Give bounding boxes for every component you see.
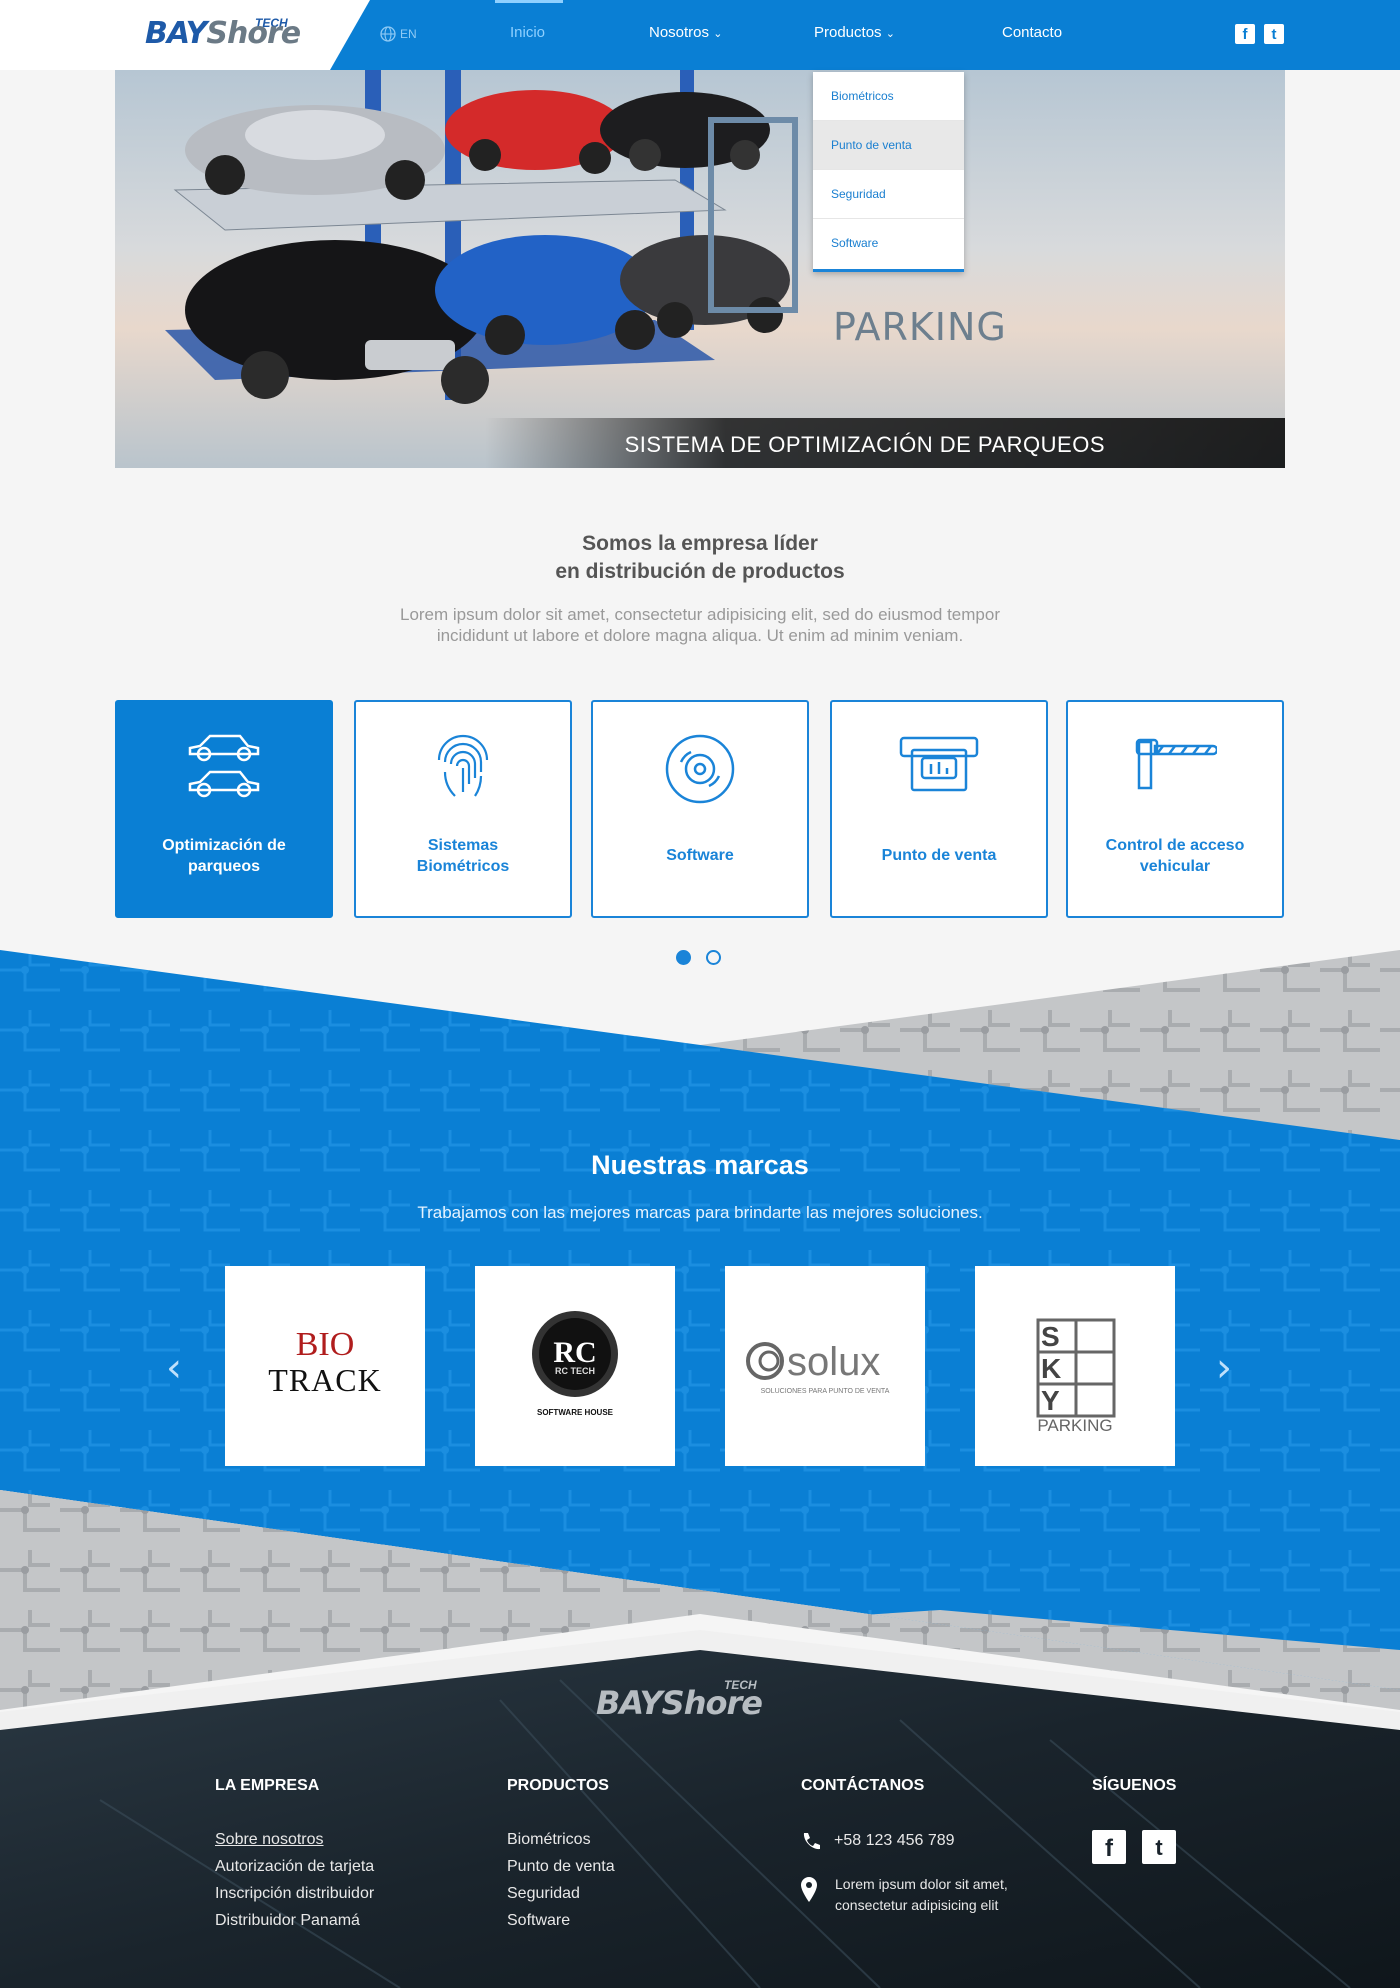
card-control-acceso-vehicular[interactable]: Control de acceso vehicular <box>1066 700 1284 918</box>
dropdown-bottom-border <box>813 269 964 272</box>
footer-facebook-icon[interactable]: f <box>1092 1830 1126 1864</box>
logo-shore: Shore <box>206 16 301 51</box>
card-optimizacion-parqueos[interactable]: Optimización de parqueos <box>115 700 333 918</box>
facebook-icon[interactable]: f <box>1235 24 1255 44</box>
card-label-line2: vehicular <box>1139 858 1211 875</box>
footer-link[interactable]: Sobre nosotros <box>215 1826 374 1853</box>
intro-text: Lorem ipsum dolor sit amet, consectetur … <box>300 604 1100 646</box>
intro-title-line1: Somos la empresa líder <box>582 532 818 555</box>
brands-title: Nuestras marcas <box>591 1150 809 1180</box>
dropdown-item-seguridad[interactable]: Seguridad <box>813 170 964 219</box>
chevron-down-icon: ⌄ <box>713 28 723 40</box>
footer-heading-empresa: LA EMPRESA <box>215 1777 320 1794</box>
card-label-line1: Sistemas <box>427 837 499 854</box>
card-label: Punto de venta <box>881 847 997 864</box>
brand-name-line1: SKY <box>1041 1321 1062 1416</box>
card-software[interactable]: Software <box>591 700 809 918</box>
language-label: EN <box>400 27 417 41</box>
dropdown-item-biometricos[interactable]: Biométricos <box>813 72 964 121</box>
brand-name-line1: solux <box>787 1340 881 1384</box>
footer-address-line1: Lorem ipsum dolor sit amet, <box>835 1876 1008 1892</box>
footer-heading-siguenos: SÍGUENOS <box>1092 1777 1177 1794</box>
footer-link[interactable]: Autorización de tarjeta <box>215 1853 374 1880</box>
brand-name-line1: BIO <box>295 1326 355 1363</box>
brand-name-line2: PARKING <box>1037 1416 1113 1435</box>
brands-next-arrow[interactable]: › <box>1216 1348 1232 1388</box>
nav-productos-label: Productos <box>814 24 882 41</box>
globe-icon <box>380 26 396 42</box>
card-label-line1: Control de acceso <box>1105 837 1245 854</box>
footer-heading-productos: PRODUCTOS <box>507 1777 609 1794</box>
nav-nosotros[interactable]: Nosotros ⌄ <box>649 24 722 41</box>
intro-text-line1: Lorem ipsum dolor sit amet, consectetur … <box>399 605 1000 624</box>
footer-heading-contacto: CONTÁCTANOS <box>801 1777 925 1794</box>
footer-link[interactable]: Inscripción distribuidor <box>215 1880 374 1907</box>
logo-text: BAYShore <box>145 16 301 51</box>
card-label: Sistemas Biométricos <box>366 835 560 877</box>
nav-active-indicator <box>495 0 563 3</box>
intro-text-line2: incididunt ut labore et dolore magna ali… <box>436 626 964 645</box>
footer-phone[interactable]: +58 123 456 789 <box>834 1827 955 1854</box>
intro-title-line2: en distribución de productos <box>555 560 845 583</box>
footer-link[interactable]: Distribuidor Panamá <box>215 1907 374 1934</box>
language-switch[interactable]: EN <box>380 26 417 42</box>
footer-twitter-icon[interactable]: t <box>1142 1830 1176 1864</box>
nav-nosotros-label: Nosotros <box>649 24 710 41</box>
brand-name-line2: SOLUCIONES PARA PUNTO DE VENTA <box>760 1388 890 1395</box>
chevron-down-icon: ⌄ <box>885 28 895 40</box>
productos-dropdown-menu: Biométricos Punto de venta Seguridad Sof… <box>813 72 964 272</box>
nav-productos[interactable]: Productos ⌄ <box>814 24 895 41</box>
parking-lift-illustration <box>165 70 798 404</box>
phone-icon <box>803 1833 820 1850</box>
disc-icon <box>665 734 735 804</box>
footer-address: Lorem ipsum dolor sit amet, consectetur … <box>835 1874 1008 1916</box>
card-label: Optimización de parqueos <box>127 835 321 877</box>
footer-link[interactable]: Seguridad <box>507 1880 615 1907</box>
barrier-gate-icon <box>1135 738 1217 790</box>
nav-contacto[interactable]: Contacto <box>1002 24 1062 41</box>
footer-logo[interactable]: BAYShore TECH <box>596 1678 806 1728</box>
card-label: Control de acceso vehicular <box>1078 835 1272 877</box>
cars-icon <box>188 734 260 798</box>
nav-inicio[interactable]: Inicio <box>510 24 545 41</box>
footer-link[interactable]: Biométricos <box>507 1826 615 1853</box>
brand-card-rctech[interactable]: RC RC TECH SOFTWARE HOUSE <box>475 1266 675 1466</box>
twitter-icon[interactable]: t <box>1264 24 1284 44</box>
footer-address-line2: consectetur adipisicing elit <box>835 1897 999 1913</box>
top-navbar: TECH BAYShore EN Inicio Nosotros ⌄ Produ… <box>0 0 1400 70</box>
logo-bay: BAY <box>145 16 207 51</box>
card-label-line2: Biométricos <box>416 858 510 875</box>
svg-text:RC: RC <box>553 1336 596 1369</box>
brand-card-biotrack[interactable]: BIO TRACK <box>225 1266 425 1466</box>
hero-banner[interactable]: PARKING SISTEMA DE OPTIMIZACIÓN DE PARQU… <box>115 70 1285 468</box>
brand-name-line2: SOFTWARE HOUSE <box>536 1408 613 1417</box>
logo[interactable]: TECH BAYShore <box>0 0 370 70</box>
dropdown-item-software[interactable]: Software <box>813 219 964 268</box>
pos-terminal-icon <box>899 736 979 792</box>
brand-card-skyparking[interactable]: SKY PARKING <box>975 1266 1175 1466</box>
footer-link[interactable]: Punto de venta <box>507 1853 615 1880</box>
brand-name-line1: RC TECH <box>555 1366 595 1376</box>
footer-empresa-links: Sobre nosotros Autorización de tarjeta I… <box>215 1826 374 1934</box>
dropdown-item-punto-de-venta[interactable]: Punto de venta <box>813 121 964 170</box>
location-pin-icon <box>801 1877 817 1902</box>
card-label: Software <box>666 847 734 864</box>
footer-productos-links: Biométricos Punto de venta Seguridad Sof… <box>507 1826 615 1934</box>
footer-background <box>0 1614 1400 1988</box>
brand-card-solux[interactable]: solux SOLUCIONES PARA PUNTO DE VENTA <box>725 1266 925 1466</box>
skyparking-logo-icon <box>1036 1318 1116 1418</box>
fingerprint-icon <box>437 734 489 797</box>
hero-brand-badge: PARKING <box>833 305 1007 349</box>
card-label-line2: parqueos <box>187 858 260 875</box>
brands-subtitle: Trabajamos con las mejores marcas para b… <box>417 1203 983 1222</box>
card-label-line1: Optimización de <box>162 837 286 854</box>
card-punto-de-venta[interactable]: Punto de venta <box>830 700 1048 918</box>
brands-prev-arrow[interactable]: ‹ <box>166 1348 182 1388</box>
brand-name-line2: TRACK <box>268 1362 382 1398</box>
hero-caption: SISTEMA DE OPTIMIZACIÓN DE PARQUEOS <box>624 432 1105 457</box>
footer-link[interactable]: Software <box>507 1907 615 1934</box>
footer-logo-tech: TECH <box>724 1678 757 1692</box>
card-sistemas-biometricos[interactable]: Sistemas Biométricos <box>354 700 572 918</box>
intro-title: Somos la empresa líder en distribución d… <box>0 530 1400 586</box>
